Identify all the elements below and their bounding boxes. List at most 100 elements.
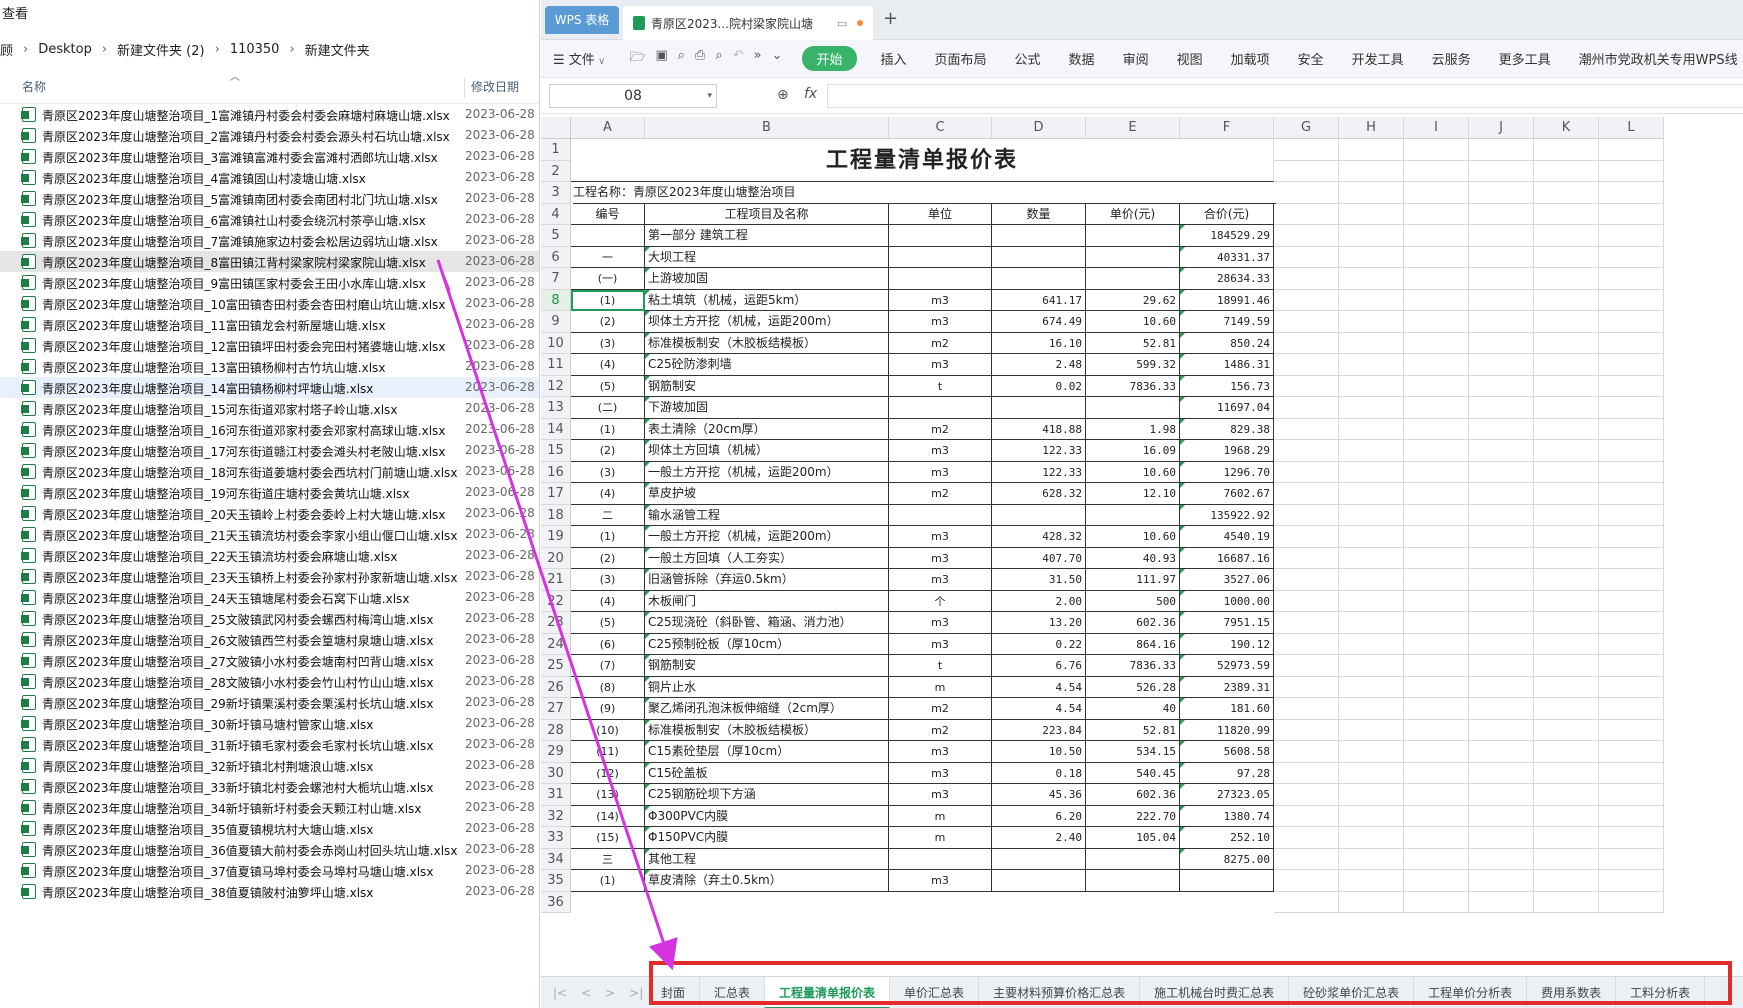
grid-cell[interactable] (1274, 440, 1339, 462)
row-header[interactable]: 30 (541, 762, 571, 784)
table-cell[interactable]: 6.20 (992, 805, 1086, 827)
row-header[interactable]: 36 (541, 891, 571, 913)
row-header[interactable]: 18 (541, 504, 571, 526)
grid-cell[interactable] (1534, 225, 1599, 247)
table-cell[interactable]: 829.38 (1180, 418, 1274, 440)
file-list-item[interactable]: 青原区2023年度山塘整治项目_27文陂镇小水村委会塘南村凹背山塘.xlsx 20… (0, 650, 539, 671)
table-cell[interactable] (889, 397, 992, 419)
grid-cell[interactable] (1339, 225, 1404, 247)
row-header[interactable]: 11 (541, 354, 571, 376)
grid-cell[interactable] (1339, 418, 1404, 440)
grid-cell[interactable] (1274, 268, 1339, 290)
table-cell[interactable]: (8) (571, 676, 645, 698)
table-cell[interactable]: m3 (889, 633, 992, 655)
table-cell[interactable]: 40331.37 (1180, 246, 1274, 268)
table-cell[interactable]: 105.04 (1086, 827, 1180, 849)
table-cell[interactable]: 97.28 (1180, 762, 1274, 784)
table-cell[interactable]: 500 (1086, 590, 1180, 612)
table-cell[interactable]: 16.09 (1086, 440, 1180, 462)
table-cell[interactable]: 一 (571, 246, 645, 268)
table-cell[interactable]: 铜片止水 (645, 676, 889, 698)
grid-cell[interactable] (1599, 268, 1664, 290)
table-cell[interactable] (1180, 870, 1274, 892)
table-cell[interactable]: (11) (571, 741, 645, 763)
table-cell[interactable]: 粘土填筑（机械，运距5km） (645, 289, 889, 311)
table-cell[interactable]: 181.60 (1180, 698, 1274, 720)
grid-cell[interactable] (1534, 268, 1599, 290)
column-header[interactable]: G (1274, 117, 1339, 139)
table-cell[interactable]: 10.60 (1086, 461, 1180, 483)
sheet-tab[interactable]: 工程量清单报价表 (765, 976, 891, 1008)
grid-cell[interactable] (1274, 246, 1339, 268)
breadcrumb-item[interactable]: 110350 (224, 42, 286, 57)
table-cell[interactable]: 11697.04 (1180, 397, 1274, 419)
table-cell[interactable]: Φ150PVC内膜 (645, 827, 889, 849)
table-header-cell[interactable]: 数量 (992, 203, 1086, 225)
grid-cell[interactable] (1599, 547, 1664, 569)
table-cell[interactable] (992, 268, 1086, 290)
grid-cell[interactable] (1404, 805, 1469, 827)
table-cell[interactable]: 2.00 (992, 590, 1086, 612)
grid-cell[interactable] (1274, 633, 1339, 655)
file-list-item[interactable]: 青原区2023年度山塘整治项目_35值夏镇梘坑村大塘山塘.xlsx 2023-06… (0, 818, 539, 839)
table-cell[interactable]: m2 (889, 332, 992, 354)
grid-cell[interactable] (1599, 569, 1664, 591)
grid-cell[interactable] (1274, 827, 1339, 849)
sheet-tab[interactable]: 主要材料预算价格汇总表 (979, 976, 1141, 1008)
breadcrumb-root[interactable]: 顾 (0, 40, 19, 59)
grid-cell[interactable] (1339, 762, 1404, 784)
sheet-tab[interactable]: 工料分析表 (1616, 976, 1706, 1008)
grid-cell[interactable] (1404, 332, 1469, 354)
table-cell[interactable]: (4) (571, 590, 645, 612)
table-cell[interactable] (889, 504, 992, 526)
grid-cell[interactable] (1404, 762, 1469, 784)
row-header[interactable]: 14 (541, 418, 571, 440)
table-cell[interactable]: m3 (889, 461, 992, 483)
file-list-item[interactable]: 青原区2023年度山塘整治项目_19河东街道庄塘村委会黄坑山塘.xlsx 2023… (0, 482, 539, 503)
table-header-cell[interactable]: 合价(元) (1180, 203, 1274, 225)
grid-cell[interactable] (1534, 762, 1599, 784)
grid-cell[interactable] (1469, 569, 1534, 591)
table-cell[interactable]: 13.20 (992, 612, 1086, 634)
file-list-item[interactable]: 青原区2023年度山塘整治项目_31新圩镇毛家村委会毛家村长坑山塘.xlsx 20… (0, 734, 539, 755)
grid-cell[interactable] (1274, 612, 1339, 634)
ribbon-tab[interactable]: 开发工具 (1338, 49, 1418, 68)
table-cell[interactable]: 628.32 (992, 483, 1086, 505)
table-header-cell[interactable]: 工程项目及名称 (645, 203, 889, 225)
row-header[interactable]: 1 (541, 139, 571, 161)
table-cell[interactable]: 4.54 (992, 676, 1086, 698)
grid-cell[interactable] (1274, 784, 1339, 806)
table-cell[interactable]: 674.49 (992, 311, 1086, 333)
table-cell[interactable]: 一般土方开挖（机械，运距200m） (645, 461, 889, 483)
grid-cell[interactable] (1274, 203, 1339, 225)
grid-cell[interactable] (1469, 762, 1534, 784)
file-list-item[interactable]: 青原区2023年度山塘整治项目_13富田镇杨柳村古竹坑山塘.xlsx 2023-0… (0, 356, 539, 377)
grid-cell[interactable] (1599, 870, 1664, 892)
file-list-item[interactable]: 青原区2023年度山塘整治项目_37值夏镇马埠村委会马埠村马塘山塘.xlsx 20… (0, 860, 539, 881)
column-header[interactable]: I (1404, 117, 1469, 139)
table-cell[interactable]: 7951.15 (1180, 612, 1274, 634)
grid-cell[interactable] (1469, 461, 1534, 483)
row-header[interactable]: 8 (541, 289, 571, 311)
table-cell[interactable]: 草皮护坡 (645, 483, 889, 505)
grid-cell[interactable] (1599, 633, 1664, 655)
table-header-cell[interactable]: 单位 (889, 203, 992, 225)
grid-cell[interactable] (1404, 655, 1469, 677)
file-list-item[interactable]: 青原区2023年度山塘整治项目_12富田镇坪田村委会完田村猪婆塘山塘.xlsx 2… (0, 335, 539, 356)
grid-cell[interactable] (1469, 397, 1534, 419)
grid-cell[interactable] (1339, 203, 1404, 225)
file-list-item[interactable]: 青原区2023年度山塘整治项目_14富田镇杨柳村坪塘山塘.xlsx 2023-06… (0, 377, 539, 398)
table-cell[interactable]: 1968.29 (1180, 440, 1274, 462)
row-header[interactable]: 21 (541, 569, 571, 591)
table-cell[interactable]: 上游坡加固 (645, 268, 889, 290)
grid-cell[interactable] (1599, 805, 1664, 827)
column-header[interactable]: D (992, 117, 1086, 139)
grid-cell[interactable] (1469, 676, 1534, 698)
table-cell[interactable]: (15) (571, 827, 645, 849)
table-cell[interactable]: 0.02 (992, 375, 1086, 397)
open-folder-icon[interactable]: 🗁 (629, 48, 645, 70)
table-cell[interactable]: C15素砼垫层（厚10cm） (645, 741, 889, 763)
grid-cell[interactable] (1404, 698, 1469, 720)
grid-cell[interactable] (1599, 612, 1664, 634)
grid-cell[interactable] (1534, 461, 1599, 483)
